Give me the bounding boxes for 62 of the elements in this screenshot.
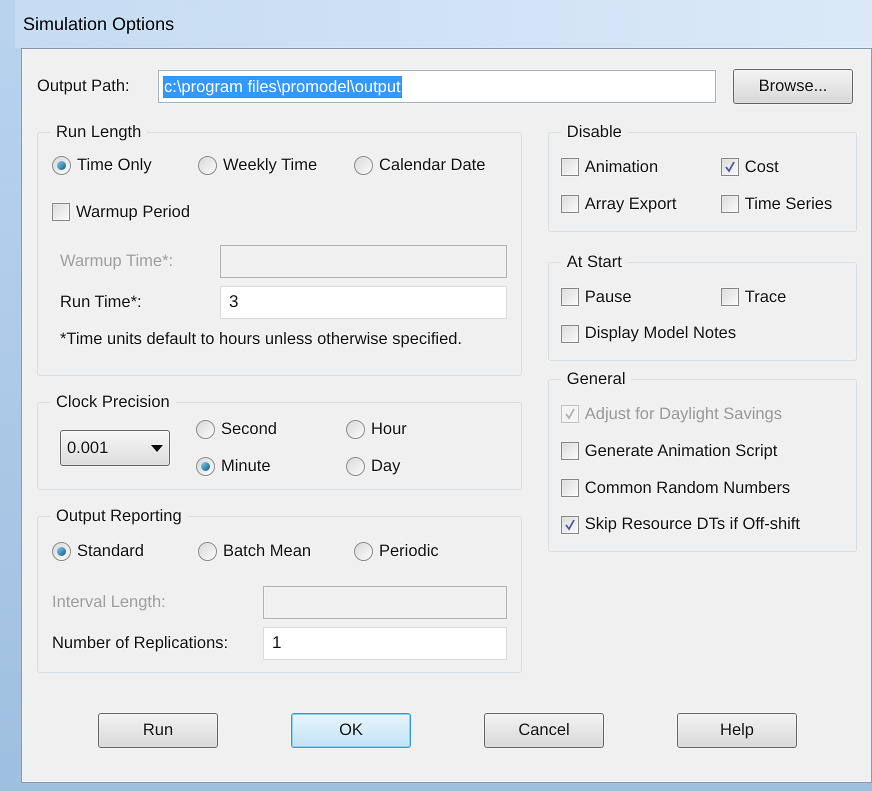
radio-button[interactable] (196, 420, 215, 440)
field-label: Warmup Time*: (60, 250, 174, 272)
note-text: *Time units default to hours unless otherwise specified. (59, 328, 464, 350)
radio-label: Minute (221, 456, 271, 477)
dialog-button[interactable]: Cancel (484, 712, 604, 748)
checkbox[interactable] (560, 442, 579, 460)
checkbox[interactable] (560, 158, 579, 176)
radio-label: Hour (371, 419, 407, 440)
caret-icon (151, 444, 163, 452)
radio-label: Second (221, 419, 277, 440)
input-field[interactable]: 3 (220, 286, 507, 318)
radio-label: Standard (77, 540, 144, 562)
precision-dropdown[interactable]: 0.001 (60, 430, 170, 466)
dialog-button[interactable]: Run (98, 712, 218, 748)
checkbox-label: Trace (744, 286, 786, 308)
radio-button[interactable] (198, 542, 217, 561)
checkbox-label: Common Random Numbers (584, 478, 790, 498)
window-title: Simulation Options (23, 12, 174, 36)
radio-button[interactable] (346, 420, 365, 440)
radio-button[interactable] (196, 456, 215, 476)
input-field[interactable]: 1 (263, 626, 507, 660)
radio-button[interactable] (52, 542, 71, 561)
checkbox-label: Time Series (744, 194, 832, 215)
checkmark-icon (724, 161, 736, 174)
field-label: Output Path: (37, 76, 131, 98)
checkbox-label: Adjust for Daylight Savings (584, 404, 782, 425)
radio-button[interactable] (52, 156, 71, 175)
checkbox[interactable] (52, 203, 70, 222)
dialog-button[interactable]: Help (677, 712, 797, 748)
radio-label: Calendar Date (379, 155, 486, 176)
radio-label: Batch Mean (223, 540, 312, 562)
field-label: Run Time*: (60, 292, 143, 313)
checkbox[interactable] (560, 516, 579, 534)
checkbox[interactable] (720, 195, 739, 214)
dialog-button[interactable]: OK (291, 712, 411, 748)
checkbox-label: Animation (584, 157, 658, 178)
checkbox[interactable] (560, 324, 579, 343)
field-label: Interval Length: (52, 592, 167, 613)
checkbox-label: Cost (744, 157, 779, 178)
radio-label: Day (371, 456, 400, 477)
checkbox-label: Warmup Period (76, 202, 190, 223)
radio-label: Weekly Time (223, 155, 318, 176)
radio-button[interactable] (346, 456, 365, 476)
radio-button[interactable] (354, 156, 373, 175)
checkbox[interactable] (560, 288, 579, 306)
checkbox-label: Skip Resource DTs if Off-shift (584, 514, 800, 536)
checkbox-label: Generate Animation Script (584, 440, 778, 462)
radio-button[interactable] (198, 156, 217, 175)
checkbox[interactable] (720, 288, 739, 306)
radio-button[interactable] (354, 542, 373, 561)
checkmark-icon (564, 408, 576, 420)
checkbox[interactable] (720, 158, 739, 176)
checkmark-icon (564, 518, 576, 531)
checkbox-label: Display Model Notes (584, 323, 736, 344)
checkbox-label: Pause (584, 286, 632, 308)
radio-label: Time Only (77, 155, 152, 176)
browse-button[interactable]: Browse... (733, 69, 853, 104)
checkbox[interactable] (560, 478, 579, 497)
checkbox-label: Array Export (584, 194, 676, 215)
checkbox[interactable] (560, 195, 579, 214)
radio-label: Periodic (379, 540, 439, 562)
field-label: Number of Replications: (52, 632, 230, 654)
